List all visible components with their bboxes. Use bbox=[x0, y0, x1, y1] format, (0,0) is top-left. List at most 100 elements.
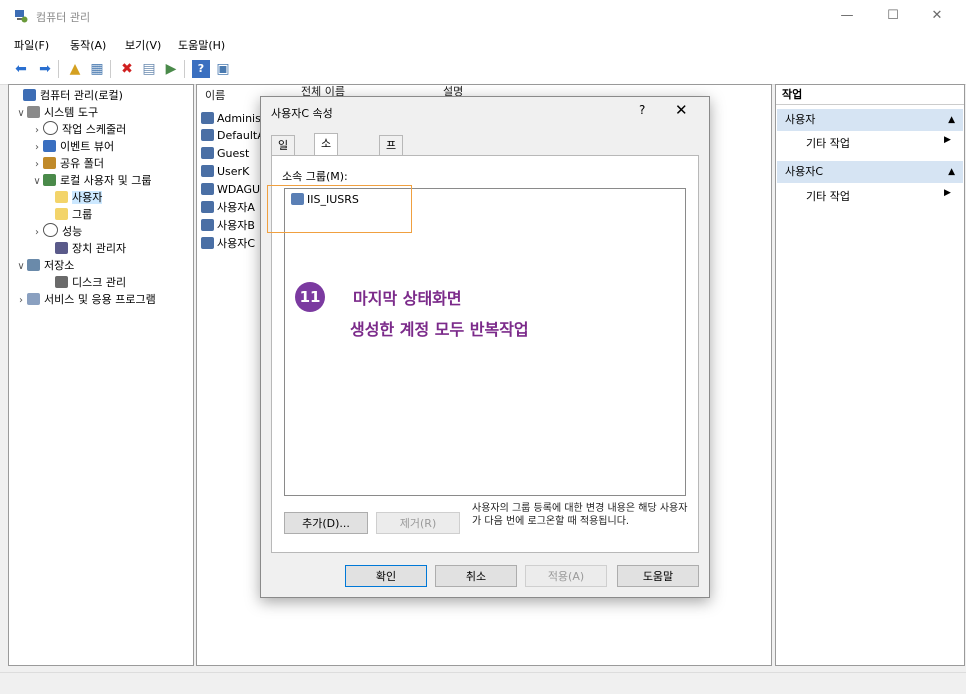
chevron-right-icon: ▶ bbox=[944, 135, 951, 145]
actions-pane: 작업 사용자 ▲ 기타 작업 ▶ 사용자C ▲ 기타 작업 ▶ bbox=[775, 84, 965, 666]
collapse-icon[interactable]: ▲ bbox=[948, 161, 955, 183]
show-hide-action-icon[interactable]: ▣ bbox=[214, 60, 232, 78]
user-row[interactable]: 사용자A bbox=[201, 200, 255, 216]
help-icon[interactable]: ? bbox=[192, 60, 210, 78]
computer-management-icon bbox=[23, 89, 36, 101]
member-of-label: 소속 그룹(M): bbox=[282, 170, 348, 183]
local-users-groups-icon bbox=[43, 174, 56, 186]
dialog-close-button[interactable]: ✕ bbox=[675, 101, 688, 119]
menu-file[interactable]: 파일(F) bbox=[14, 37, 49, 53]
user-icon bbox=[201, 183, 214, 195]
tree-computer-management[interactable]: 컴퓨터 관리(로컬) bbox=[11, 87, 123, 105]
actions-section-user-c[interactable]: 사용자C ▲ bbox=[777, 161, 963, 183]
minimize-button[interactable]: — bbox=[824, 0, 870, 32]
menu-view[interactable]: 보기(V) bbox=[125, 37, 161, 53]
storage-icon bbox=[27, 259, 40, 271]
annotation-line-2: 생성한 계정 모두 반복작업 bbox=[350, 320, 529, 339]
menu-help[interactable]: 도움말(H) bbox=[178, 37, 225, 53]
performance-icon bbox=[43, 223, 58, 237]
close-button[interactable]: ✕ bbox=[914, 0, 960, 32]
user-row[interactable]: Adminis bbox=[201, 111, 261, 127]
event-viewer-icon bbox=[43, 140, 56, 152]
user-icon bbox=[201, 165, 214, 177]
user-icon bbox=[201, 219, 214, 231]
chevron-right-icon: ▶ bbox=[944, 188, 951, 198]
actions-section-users[interactable]: 사용자 ▲ bbox=[777, 109, 963, 131]
user-properties-dialog: 사용자C 속성 ? ✕ 일반 소속 그룹 프로필 소속 그룹(M): IIS_I… bbox=[260, 96, 710, 598]
shared-folders-icon bbox=[43, 157, 56, 169]
tab-general[interactable]: 일반 bbox=[271, 135, 296, 172]
tree-groups[interactable]: 그룹 bbox=[55, 206, 92, 224]
user-icon bbox=[201, 129, 214, 141]
forward-icon[interactable]: ➡ bbox=[36, 60, 54, 78]
chevron-right-icon[interactable]: › bbox=[31, 224, 43, 242]
column-header-name[interactable]: 이름 bbox=[205, 87, 225, 103]
tab-member-of[interactable]: 소속 그룹 bbox=[314, 133, 339, 210]
add-button[interactable]: 추가(D)... bbox=[284, 512, 368, 534]
user-row[interactable]: 사용자B bbox=[201, 218, 255, 234]
action-more-actions[interactable]: 기타 작업 ▶ bbox=[806, 188, 951, 204]
user-row[interactable]: 사용자C bbox=[201, 236, 255, 252]
actions-header: 작업 bbox=[776, 85, 964, 105]
chevron-down-icon[interactable]: ∨ bbox=[15, 258, 27, 276]
back-icon[interactable]: ⬅ bbox=[12, 60, 30, 78]
tree-storage[interactable]: ∨ 저장소 bbox=[15, 257, 74, 275]
tree-shared-folders[interactable]: › 공유 폴더 bbox=[31, 155, 104, 173]
highlight-box bbox=[267, 185, 412, 233]
remove-button[interactable]: 제거(R) bbox=[376, 512, 460, 534]
console-tree: 컴퓨터 관리(로컬) ∨ 시스템 도구 › 작업 스케줄러 › 이벤트 뷰어 › 공유 … bbox=[8, 84, 194, 666]
properties-icon[interactable]: ▤ bbox=[140, 60, 158, 78]
tree-event-viewer[interactable]: › 이벤트 뷰어 bbox=[31, 138, 114, 156]
action-more-actions[interactable]: 기타 작업 ▶ bbox=[806, 135, 951, 151]
tree-users[interactable]: 사용자 bbox=[55, 189, 103, 207]
member-of-list[interactable]: IIS_IUSRS bbox=[284, 188, 686, 496]
tree-disk-management[interactable]: 디스크 관리 bbox=[55, 274, 126, 292]
task-scheduler-icon bbox=[43, 121, 58, 135]
computer-management-icon bbox=[15, 10, 28, 23]
cancel-button[interactable]: 취소 bbox=[435, 565, 517, 587]
device-manager-icon bbox=[55, 242, 68, 254]
delete-icon[interactable]: ✖ bbox=[118, 60, 136, 78]
tab-profile[interactable]: 프로필 bbox=[379, 135, 404, 192]
dialog-help-text-button[interactable]: 도움말 bbox=[617, 565, 699, 587]
system-tools-icon bbox=[27, 106, 40, 118]
up-folder-icon[interactable]: ▲ bbox=[66, 60, 84, 78]
tree-task-scheduler[interactable]: › 작업 스케줄러 bbox=[31, 121, 126, 139]
export-icon[interactable]: ▶ bbox=[162, 60, 180, 78]
show-hide-tree-icon[interactable]: ▦ bbox=[88, 60, 106, 78]
user-icon bbox=[201, 237, 214, 249]
collapse-icon[interactable]: ▲ bbox=[948, 109, 955, 131]
dialog-help-button[interactable]: ? bbox=[639, 103, 645, 117]
tree-device-manager[interactable]: 장치 관리자 bbox=[55, 240, 126, 258]
user-row[interactable]: Guest bbox=[201, 146, 249, 162]
tree-performance[interactable]: › 성능 bbox=[31, 223, 82, 241]
annotation-line-1: 마지막 상태화면 bbox=[353, 289, 462, 308]
user-icon bbox=[201, 147, 214, 159]
user-row[interactable]: DefaultA bbox=[201, 128, 265, 144]
services-apps-icon bbox=[27, 293, 40, 305]
chevron-down-icon[interactable]: ∨ bbox=[15, 105, 27, 123]
folder-icon bbox=[55, 208, 68, 220]
user-row[interactable]: UserK bbox=[201, 164, 249, 180]
chevron-right-icon[interactable]: › bbox=[15, 292, 27, 310]
menu-bar: 파일(F) 동작(A) 보기(V) 도움말(H) bbox=[0, 32, 966, 54]
chevron-down-icon[interactable]: ∨ bbox=[31, 173, 43, 191]
user-icon bbox=[201, 112, 214, 124]
folder-icon bbox=[55, 191, 68, 203]
menu-action[interactable]: 동작(A) bbox=[70, 37, 106, 53]
tree-local-users-groups[interactable]: ∨ 로컬 사용자 및 그룹 bbox=[31, 172, 151, 190]
tree-system-tools[interactable]: ∨ 시스템 도구 bbox=[15, 104, 98, 122]
title-bar: 컴퓨터 관리 — ☐ ✕ bbox=[0, 0, 966, 32]
tree-services-apps[interactable]: › 서비스 및 응용 프로그램 bbox=[15, 291, 156, 309]
disk-management-icon bbox=[55, 276, 68, 288]
user-icon bbox=[201, 201, 214, 213]
status-bar bbox=[0, 672, 966, 694]
apply-button[interactable]: 적용(A) bbox=[525, 565, 607, 587]
ok-button[interactable]: 확인 bbox=[345, 565, 427, 587]
user-row[interactable]: WDAGU bbox=[201, 182, 260, 198]
step-badge: 11 bbox=[295, 282, 325, 312]
toolbar: ⬅ ➡ ▲ ▦ ✖ ▤ ▶ ? ▣ bbox=[0, 54, 966, 85]
dialog-title: 사용자C 속성 bbox=[271, 107, 333, 120]
maximize-button[interactable]: ☐ bbox=[870, 0, 916, 32]
window-title: 컴퓨터 관리 bbox=[36, 11, 91, 24]
